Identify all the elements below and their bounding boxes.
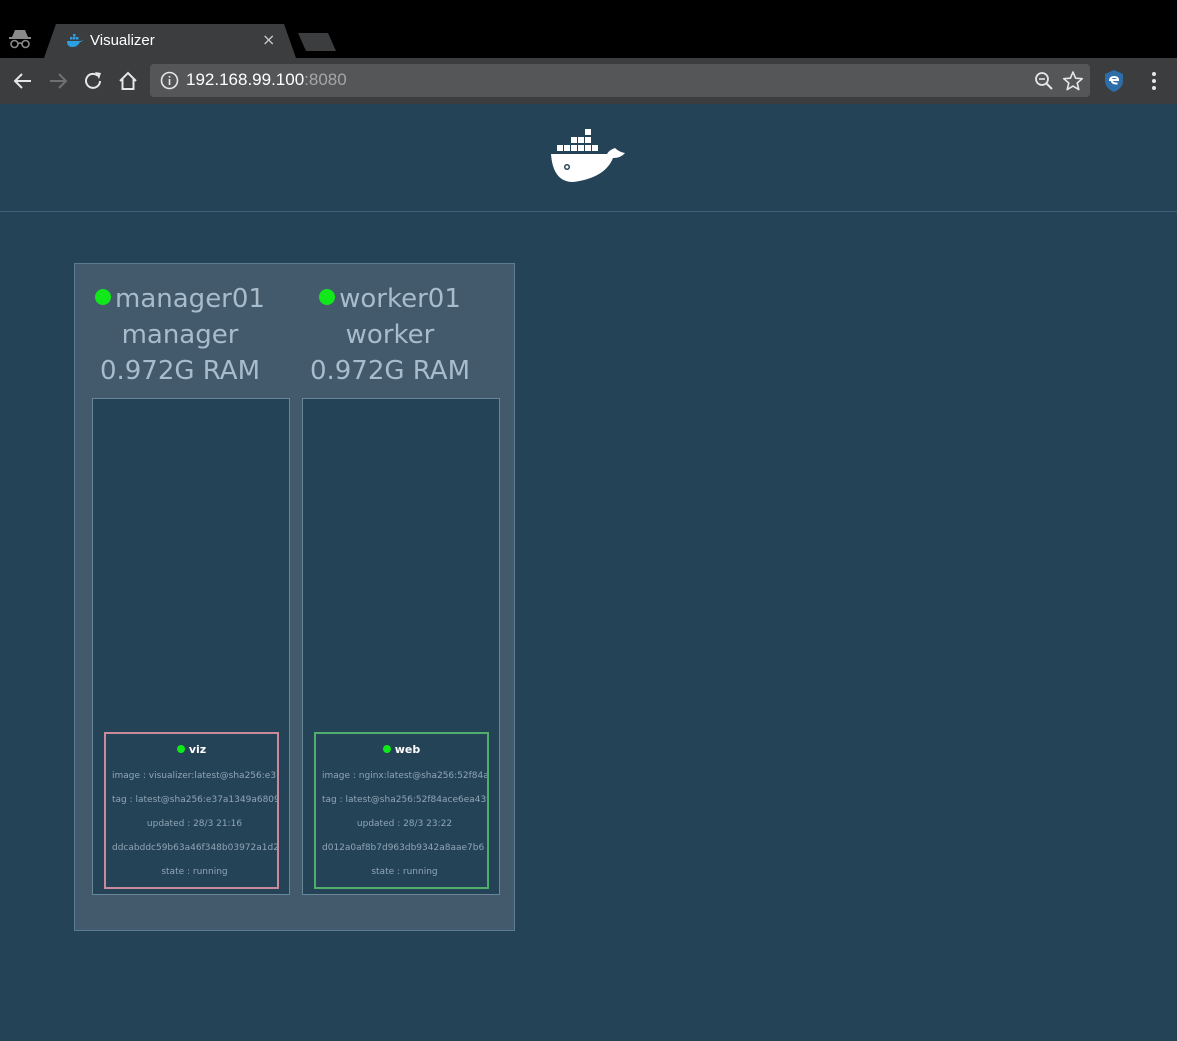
node-role: manager bbox=[121, 320, 239, 350]
new-tab-button[interactable] bbox=[298, 33, 336, 51]
docker-whale-icon bbox=[551, 129, 625, 182]
node-title: manager01 bbox=[75, 281, 285, 317]
task-name: web bbox=[316, 743, 487, 756]
task-card-viz[interactable]: viz image : visualizer:latest@sha256:e37… bbox=[104, 732, 279, 889]
node-status-dot bbox=[95, 289, 112, 305]
node-worker01: worker01 worker 0.972G RAM web image : n… bbox=[285, 264, 500, 932]
menu-icon[interactable] bbox=[1144, 70, 1164, 92]
task-name-label: viz bbox=[188, 743, 207, 756]
task-image: image : visualizer:latest@sha256:e37 bbox=[112, 771, 277, 781]
task-state: state : running bbox=[371, 867, 438, 877]
task-image: image : nginx:latest@sha256:52f84a bbox=[322, 771, 487, 781]
node-task-area: web image : nginx:latest@sha256:52f84a t… bbox=[302, 398, 500, 895]
task-state: state : running bbox=[161, 867, 228, 877]
tab-visualizer[interactable]: Visualizer × bbox=[44, 24, 296, 58]
task-id: ddcabddc59b63a46f348b03972a1d2 bbox=[112, 843, 277, 853]
task-tag: tag : latest@sha256:e37a1349a6809 bbox=[112, 795, 277, 805]
tab-title: Visualizer bbox=[90, 32, 155, 49]
url-host: 192.168.99.100 bbox=[186, 70, 305, 89]
task-status-dot bbox=[382, 745, 391, 753]
star-icon[interactable] bbox=[1062, 70, 1084, 92]
node-ram: 0.972G RAM bbox=[99, 356, 261, 386]
browser-tab-strip: Visualizer × bbox=[0, 0, 1177, 58]
task-updated: updated : 28/3 21:16 bbox=[146, 819, 243, 829]
task-card-web[interactable]: web image : nginx:latest@sha256:52f84a t… bbox=[314, 732, 489, 889]
info-icon[interactable] bbox=[160, 71, 179, 90]
task-updated: updated : 28/3 23:22 bbox=[356, 819, 453, 829]
home-icon[interactable] bbox=[117, 70, 139, 92]
page-header bbox=[0, 104, 1177, 212]
node-header: worker01 worker 0.972G RAM bbox=[285, 281, 495, 389]
task-status-dot bbox=[176, 745, 185, 753]
task-id: d012a0af8b7d963db9342a8aae7b6 bbox=[322, 843, 485, 853]
node-name: manager01 bbox=[115, 284, 265, 314]
node-manager01: manager01 manager 0.972G RAM viz image :… bbox=[75, 264, 290, 932]
node-ram: 0.972G RAM bbox=[309, 356, 471, 386]
node-status-dot bbox=[319, 289, 336, 305]
swarm-cluster: manager01 manager 0.972G RAM viz image :… bbox=[74, 263, 515, 931]
zoom-icon[interactable] bbox=[1034, 71, 1054, 91]
reload-icon[interactable] bbox=[82, 70, 104, 92]
task-name: viz bbox=[106, 743, 277, 756]
docker-favicon-icon bbox=[67, 34, 84, 47]
tab-close-icon[interactable]: × bbox=[262, 30, 275, 49]
node-role: worker bbox=[345, 320, 435, 350]
address-bar[interactable]: 192.168.99.100:8080 bbox=[150, 64, 1090, 97]
browser-toolbar: 192.168.99.100:8080 bbox=[0, 58, 1177, 104]
incognito-icon bbox=[9, 30, 31, 49]
url-port: :8080 bbox=[304, 70, 347, 89]
node-task-area: viz image : visualizer:latest@sha256:e37… bbox=[92, 398, 290, 895]
address-url[interactable]: 192.168.99.100:8080 bbox=[186, 70, 347, 90]
node-header: manager01 manager 0.972G RAM bbox=[75, 281, 285, 389]
task-name-label: web bbox=[394, 743, 421, 756]
task-tag: tag : latest@sha256:52f84ace6ea43f bbox=[322, 795, 487, 805]
back-arrow-icon[interactable] bbox=[12, 70, 34, 92]
forward-arrow-icon[interactable] bbox=[47, 70, 69, 92]
extension-icon[interactable] bbox=[1102, 69, 1126, 93]
node-title: worker01 bbox=[285, 281, 495, 317]
node-name: worker01 bbox=[339, 284, 461, 314]
